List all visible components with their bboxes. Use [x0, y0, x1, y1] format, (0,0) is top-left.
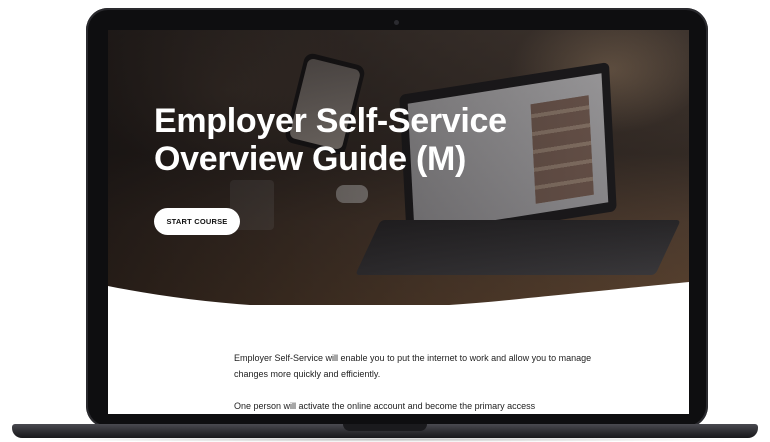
course-description: Employer Self-Service will enable you to… — [234, 350, 594, 414]
description-paragraph-1: Employer Self-Service will enable you to… — [234, 353, 592, 379]
description-paragraph-2: One person will activate the online acco… — [234, 401, 536, 411]
hero-swoosh-divider — [108, 282, 689, 310]
laptop-hinge-notch — [343, 424, 427, 431]
laptop-screen: Employer Self-Service Overview Guide (M)… — [108, 30, 689, 414]
laptop-shadow — [20, 437, 750, 442]
webcam-icon — [394, 20, 399, 25]
course-title: Employer Self-Service Overview Guide (M) — [154, 102, 507, 178]
